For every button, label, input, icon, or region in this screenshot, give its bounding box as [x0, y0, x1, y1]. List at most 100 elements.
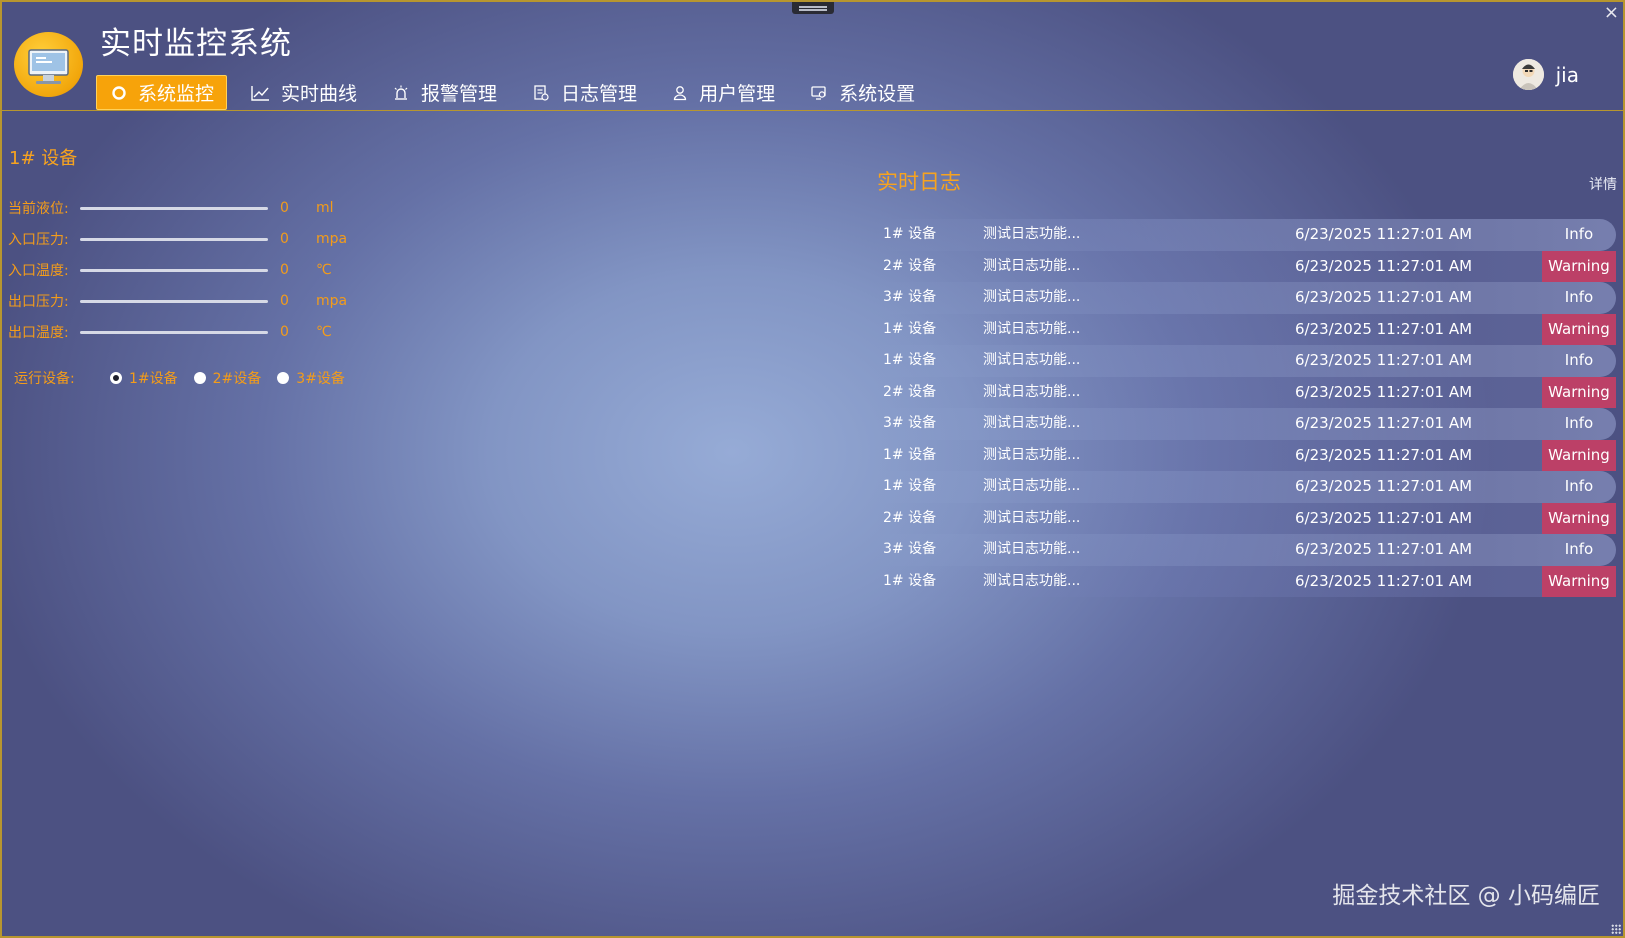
user-menu[interactable]: jia	[1512, 59, 1579, 90]
nav-item-alarm-management[interactable]: 报警管理	[378, 75, 509, 110]
nav-label: 用户管理	[699, 83, 776, 105]
radio-label: 3#设备	[296, 371, 345, 387]
param-label: 出口压力:	[8, 294, 69, 310]
param-value: 0	[280, 324, 289, 340]
log-device: 2# 设备	[883, 383, 937, 400]
param-row-liquid-level: 当前液位: 0 ml	[8, 198, 334, 218]
nav-item-user-management[interactable]: 用户管理	[658, 75, 787, 110]
log-row[interactable]: 1# 设备 测试日志功能... 6/23/2025 11:27:01 AM Warni…	[872, 439, 1616, 471]
param-slider[interactable]	[80, 268, 268, 272]
radio-device-1[interactable]: 1#设备	[110, 368, 178, 388]
nav-item-log-management[interactable]: 日志管理	[518, 75, 649, 110]
log-row[interactable]: 1# 设备 测试日志功能... 6/23/2025 11:27:01 AM Warni…	[872, 565, 1616, 597]
log-icon	[534, 84, 549, 101]
param-value: 0	[280, 293, 289, 309]
param-label: 入口压力:	[8, 232, 69, 248]
log-device: 3# 设备	[883, 289, 937, 305]
radio-device-3[interactable]: 3#设备	[277, 368, 345, 388]
log-message: 测试日志功能...	[983, 509, 1081, 526]
log-time: 6/23/2025 11:27:01 AM	[1295, 382, 1473, 401]
nav-label: 日志管理	[561, 83, 638, 105]
log-message: 测试日志功能...	[983, 478, 1081, 494]
log-message: 测试日志功能...	[983, 446, 1081, 463]
param-value: 0	[280, 231, 289, 247]
param-value: 0	[280, 200, 289, 216]
log-level-badge: Warning	[1542, 250, 1616, 282]
param-label: 入口温度:	[8, 263, 69, 279]
log-time: 6/23/2025 11:27:01 AM	[1295, 445, 1473, 464]
radio-button[interactable]	[193, 372, 206, 384]
line-chart-icon	[251, 85, 270, 101]
log-row[interactable]: 2# 设备 测试日志功能... 6/23/2025 11:27:01 AM Warni…	[872, 376, 1616, 408]
nav-item-realtime-curve[interactable]: 实时曲线	[236, 75, 369, 110]
nav-item-system-monitor[interactable]: 系统监控	[96, 75, 228, 110]
log-row[interactable]: 1# 设备 测试日志功能... 6/23/2025 11:27:01 AM Info	[872, 219, 1616, 251]
log-message: 测试日志功能...	[983, 383, 1081, 400]
radio-button[interactable]	[277, 372, 290, 384]
log-time: 6/23/2025 11:27:01 AM	[1295, 256, 1473, 275]
log-row[interactable]: 2# 设备 测试日志功能... 6/23/2025 11:27:01 AM Warni…	[872, 502, 1616, 534]
log-message: 测试日志功能...	[983, 572, 1081, 589]
param-value: 0	[280, 262, 289, 278]
log-device: 1# 设备	[883, 572, 937, 589]
alarm-icon	[394, 85, 408, 100]
log-level-badge: Warning	[1542, 313, 1616, 345]
param-unit: ℃	[316, 324, 332, 340]
monitor-icon	[28, 49, 69, 84]
run-device-selector: 运行设备: 1#设备 2#设备 3#设备	[14, 368, 361, 388]
log-row[interactable]: 3# 设备 测试日志功能... 6/23/2025 11:27:01 AM Info	[872, 408, 1616, 440]
param-slider[interactable]	[80, 206, 268, 210]
param-slider[interactable]	[80, 330, 268, 334]
log-device: 1# 设备	[883, 320, 937, 337]
log-row[interactable]: 3# 设备 测试日志功能... 6/23/2025 11:27:01 AM Info	[872, 282, 1616, 314]
nav-label: 系统设置	[839, 83, 916, 105]
log-time: 6/23/2025 11:27:01 AM	[1295, 351, 1473, 369]
log-device: 1# 设备	[883, 478, 937, 494]
param-slider[interactable]	[80, 237, 268, 241]
log-message: 测试日志功能...	[983, 289, 1081, 305]
param-unit: ml	[316, 200, 334, 216]
param-slider[interactable]	[80, 299, 268, 303]
resize-grip[interactable]	[1611, 924, 1621, 934]
radio-button[interactable]	[110, 372, 122, 384]
log-time: 6/23/2025 11:27:01 AM	[1295, 225, 1473, 243]
radio-device-2[interactable]: 2#设备	[193, 368, 261, 388]
avatar	[1512, 59, 1544, 90]
log-device: 1# 设备	[883, 446, 937, 463]
log-level-badge: Info	[1564, 414, 1594, 432]
log-device: 1# 设备	[883, 352, 937, 368]
param-row-inlet-pressure: 入口压力: 0 mpa	[8, 229, 347, 249]
log-time: 6/23/2025 11:27:01 AM	[1295, 508, 1473, 527]
param-label: 出口温度:	[8, 325, 69, 341]
log-row[interactable]: 2# 设备 测试日志功能... 6/23/2025 11:27:01 AM Warni…	[872, 250, 1616, 282]
app-logo	[14, 32, 83, 97]
log-row[interactable]: 1# 设备 测试日志功能... 6/23/2025 11:27:01 AM Warni…	[872, 313, 1616, 345]
avatar-image	[1512, 59, 1544, 90]
run-label: 运行设备:	[14, 371, 75, 387]
log-time: 6/23/2025 11:27:01 AM	[1295, 571, 1473, 590]
log-level-badge: Info	[1564, 225, 1594, 243]
nav-item-system-settings[interactable]: 系统设置	[796, 75, 927, 110]
param-row-outlet-pressure: 出口压力: 0 mpa	[8, 291, 347, 311]
log-row[interactable]: 3# 设备 测试日志功能... 6/23/2025 11:27:01 AM Info	[872, 534, 1616, 566]
username: jia	[1555, 62, 1579, 87]
log-level-badge: Info	[1564, 540, 1594, 558]
param-label: 当前液位:	[8, 201, 69, 217]
log-time: 6/23/2025 11:27:01 AM	[1295, 414, 1473, 432]
app-title: 实时监控系统	[100, 26, 292, 62]
log-row[interactable]: 1# 设备 测试日志功能... 6/23/2025 11:27:01 AM Info	[872, 471, 1616, 503]
log-device: 3# 设备	[883, 415, 937, 431]
settings-icon	[811, 85, 826, 100]
log-time: 6/23/2025 11:27:01 AM	[1295, 319, 1473, 338]
log-device: 1# 设备	[883, 226, 937, 242]
log-message: 测试日志功能...	[983, 541, 1081, 557]
param-unit: mpa	[316, 231, 348, 247]
log-detail-link[interactable]: 详情	[1589, 174, 1617, 194]
nav-label: 实时曲线	[281, 83, 358, 105]
log-message: 测试日志功能...	[983, 352, 1081, 368]
log-level-badge: Info	[1564, 477, 1594, 495]
header: 实时监控系统 系统监控 实时曲线 报警管理 日志管理 用户管理 系统设置 jia	[2, 2, 1623, 111]
log-device: 3# 设备	[883, 541, 937, 557]
log-row[interactable]: 1# 设备 测试日志功能... 6/23/2025 11:27:01 AM Info	[872, 345, 1616, 377]
nav-label: 系统监控	[138, 83, 215, 105]
